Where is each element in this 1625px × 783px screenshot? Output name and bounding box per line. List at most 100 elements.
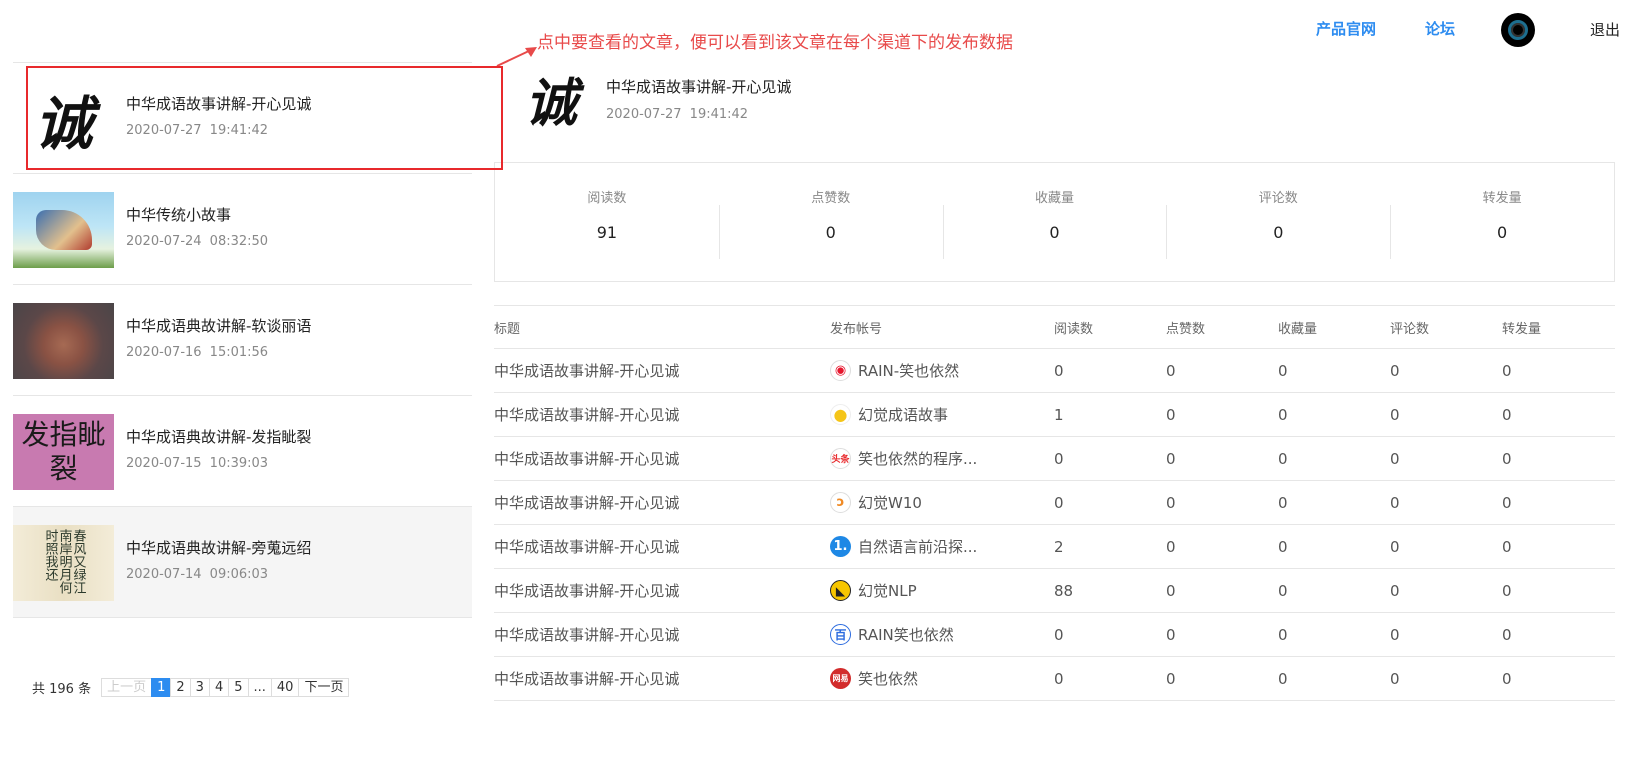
page-ellipsis: ... [247,678,272,697]
article-thumbnail: 诚 [13,81,114,157]
table-row: 中华成语故事讲解-开心见诚 ● 幻觉成语故事 1 0 0 0 0 [494,393,1615,437]
table-row: 中华成语故事讲解-开心见诚 ◣ 幻觉NLP 88 0 0 0 0 [494,569,1615,613]
page-button-4[interactable]: 4 [208,678,230,697]
row-account: ◣ 幻觉NLP [830,580,1054,601]
row-account: ● 幻觉成语故事 [830,404,1054,425]
row-likes: 0 [1166,405,1176,424]
row-shares: 0 [1502,361,1512,380]
row-reads: 88 [1054,581,1074,600]
illustration-figure [35,210,92,250]
list-item[interactable]: 发指眦裂 中华成语典故讲解-发指眦裂 2020-07-15 10:39:03 [13,396,472,507]
row-comments: 0 [1390,625,1400,644]
row-title: 中华成语故事讲解-开心见诚 [494,494,680,512]
row-comments: 0 [1390,361,1400,380]
avatar[interactable] [1501,13,1535,47]
list-item[interactable]: 诚 中华成语故事讲解-开心见诚 2020-07-27 19:41:42 [13,63,472,174]
row-favorites: 0 [1278,361,1288,380]
row-comments: 0 [1390,449,1400,468]
row-favorites: 0 [1278,493,1288,512]
row-favorites: 0 [1278,449,1288,468]
row-shares: 0 [1502,537,1512,556]
page-button-5[interactable]: 5 [228,678,249,697]
toutiao-icon: 头条 [830,448,851,469]
row-shares: 0 [1502,449,1512,468]
account-name: 幻觉NLP [858,582,917,600]
row-shares: 0 [1502,669,1512,688]
sohu-icon: ↄ [830,492,851,513]
row-favorites: 0 [1278,405,1288,424]
logout-link[interactable]: 退出 [1590,19,1620,40]
row-favorites: 0 [1278,581,1288,600]
row-shares: 0 [1502,405,1512,424]
stat-label: 点赞数 [811,191,851,206]
account-name: 笑也依然 [858,670,919,688]
column-header-reads: 阅读数 [1054,321,1094,337]
row-title: 中华成语故事讲解-开心见诚 [494,582,680,600]
detail-title: 中华成语故事讲解-开心见诚 [606,78,792,96]
account-name: 幻觉W10 [858,494,922,512]
stat-reads: 阅读数 91 [495,163,719,281]
article-date: 2020-07-15 10:39:03 [126,456,269,471]
stat-value: 0 [1049,223,1060,242]
row-comments: 0 [1390,669,1400,688]
row-shares: 0 [1502,581,1512,600]
row-favorites: 0 [1278,669,1288,688]
next-page-button[interactable]: 下一页 [298,678,350,697]
table-row: 中华成语故事讲解-开心见诚 头条 笑也依然的程序... 0 0 0 0 0 [494,437,1615,481]
detail-thumbnail: 诚 [524,72,577,134]
page-button-1[interactable]: 1 [151,678,172,697]
page-button-40[interactable]: 40 [270,678,300,697]
article-title: 中华成语典故讲解-旁蒐远绍 [126,539,312,557]
page-button-3[interactable]: 3 [189,678,210,697]
table-row: 中华成语故事讲解-开心见诚 ◉ RAIN-笑也依然 0 0 0 0 0 [494,349,1615,393]
table-row: 中华成语故事讲解-开心见诚 1. 自然语言前沿探... 2 0 0 0 0 [494,525,1615,569]
yidian-icon: 1. [830,536,851,557]
wangyi-icon: 网易 [830,668,851,689]
stat-value: 0 [825,223,836,242]
detail-date: 2020-07-27 19:41:42 [606,107,749,122]
column-header-comments: 评论数 [1390,321,1430,337]
page-button-2[interactable]: 2 [170,678,191,697]
stat-favorites: 收藏量 0 [942,163,1167,281]
article-date: 2020-07-27 19:41:42 [126,123,269,138]
stat-label: 转发量 [1482,191,1522,206]
row-likes: 0 [1166,361,1176,380]
row-shares: 0 [1502,625,1512,644]
stat-label: 阅读数 [587,191,627,206]
column-header-title: 标题 [494,321,521,337]
prev-page-button[interactable]: 上一页 [101,678,153,697]
table-row: 中华成语故事讲解-开心见诚 百 RAIN笑也依然 0 0 0 0 0 [494,613,1615,657]
forum-link[interactable]: 论坛 [1425,18,1455,39]
list-item[interactable]: 中华传统小故事 2020-07-24 08:32:50 [13,174,472,285]
article-thumbnail [13,303,114,379]
table-row: 中华成语故事讲解-开心见诚 ↄ 幻觉W10 0 0 0 0 0 [494,481,1615,525]
row-reads: 0 [1054,449,1064,468]
article-thumbnail [13,192,114,268]
channel-table: 标题 发布帐号 阅读数 点赞数 收藏量 评论数 转发量 中华成语故事讲解-开心见… [494,305,1615,701]
product-site-link[interactable]: 产品官网 [1316,18,1376,39]
row-shares: 0 [1502,493,1512,512]
row-account: 百 RAIN笑也依然 [830,624,1054,645]
dayu-icon: ◣ [830,580,851,601]
account-name: RAIN笑也依然 [858,626,954,644]
row-likes: 0 [1166,493,1176,512]
article-title: 中华成语故事讲解-开心见诚 [126,95,312,113]
stat-value: 0 [1273,223,1284,242]
list-item[interactable]: 中华成语典故讲解-软谈丽语 2020-07-16 15:01:56 [13,285,472,396]
row-reads: 0 [1054,669,1064,688]
row-reads: 0 [1054,361,1064,380]
article-thumbnail: 发指眦裂 [13,414,114,490]
pagination-total: 共 196 条 [32,682,92,697]
column-header-favorites: 收藏量 [1278,321,1318,337]
row-account: 头条 笑也依然的程序... [830,448,1054,469]
row-comments: 0 [1390,493,1400,512]
row-account: 网易 笑也依然 [830,668,1054,689]
list-item[interactable]: 春风又绿江南岸明月何时照我还 中华成语典故讲解-旁蒐远绍 2020-07-14 … [13,507,472,618]
account-name: 笑也依然的程序... [858,450,978,468]
row-reads: 2 [1054,537,1064,556]
article-title: 中华成语典故讲解-发指眦裂 [126,428,312,446]
row-title: 中华成语故事讲解-开心见诚 [494,450,680,468]
avatar-ring-icon [1508,20,1528,40]
row-account: 1. 自然语言前沿探... [830,536,1054,557]
row-title: 中华成语故事讲解-开心见诚 [494,362,680,380]
